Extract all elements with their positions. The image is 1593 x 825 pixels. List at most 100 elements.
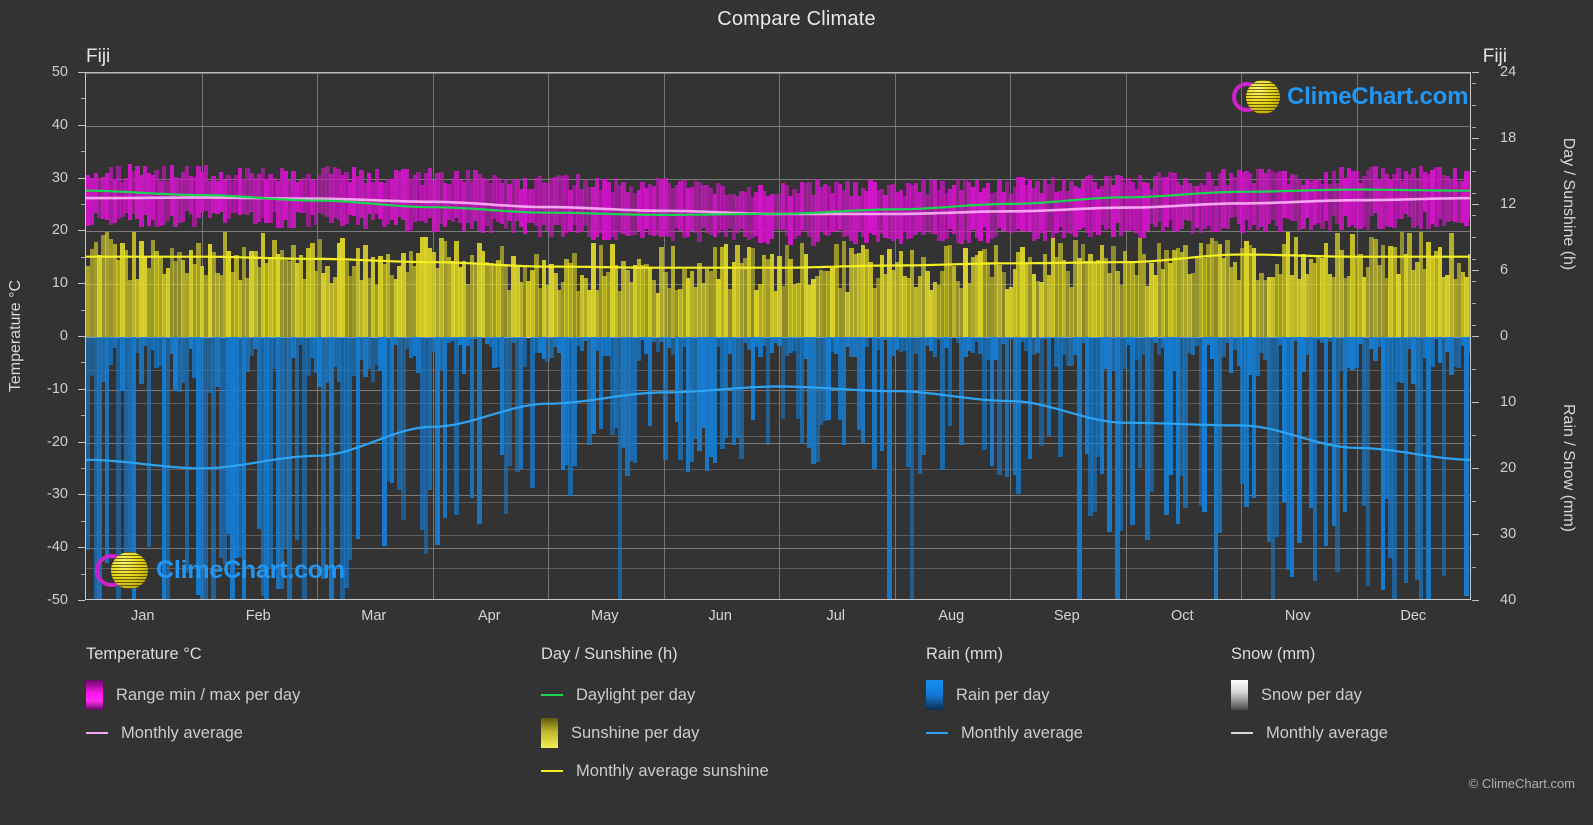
y-axis-left-tick-label: -50: [47, 592, 68, 608]
climate-chart-page: Compare Climate Fiji Fiji 50 40 30 20 10 0 -10…: [0, 0, 1593, 825]
rain-average-line: [86, 385, 1470, 470]
legend-item[interactable]: Range min / max per day: [86, 676, 300, 714]
y-axis-left-tick-mark: [78, 230, 85, 232]
y-axis-right-minor-tick: [1472, 193, 1476, 194]
y-axis-right-bottom-tick-label: 30: [1500, 526, 1517, 542]
y-axis-left-tick-mark: [78, 494, 85, 496]
y-axis-right-minor-tick: [1472, 215, 1476, 216]
legend-column-snow-mm: Snow (mm) Snow per day Monthly average: [1231, 645, 1388, 752]
logo-globe-icon: [1246, 80, 1280, 114]
legend-line-swatch: [926, 732, 948, 734]
y-axis-left-tick-mark: [78, 600, 85, 601]
location-label-left: Fiji: [86, 46, 111, 67]
legend-line-marker: [541, 770, 563, 772]
x-axis-tick-label-jan: Jan: [131, 608, 155, 624]
y-axis-right-top-tick-label: 6: [1500, 262, 1509, 278]
y-axis-right-minor-tick: [1472, 171, 1476, 172]
legend-line-swatch: [541, 770, 563, 772]
legend-item-label: Monthly average: [121, 723, 243, 742]
y-axis-left-tick-label: 40: [51, 116, 68, 133]
x-axis-tick-label-jul: Jul: [826, 608, 846, 624]
x-axis-tick-label-may: May: [591, 608, 619, 624]
y-axis-right-tick-mark: [1472, 600, 1479, 601]
y-axis-right-top-tick-label: 0: [1500, 328, 1509, 344]
legend-line-marker: [86, 732, 108, 734]
y-axis-left-minor-tick: [81, 415, 85, 417]
legend-swatch: [86, 680, 103, 710]
legend-line-marker: [541, 694, 563, 696]
y-axis-right-minor-tick: [1472, 303, 1476, 304]
legend-heading: Temperature °C: [86, 645, 202, 663]
page-title: Compare Climate: [717, 8, 876, 30]
x-axis-tick-label-nov: Nov: [1284, 608, 1311, 624]
legend-swatch: [1231, 680, 1248, 710]
y-axis-right-minor-tick: [1472, 281, 1476, 282]
legend-swatch: [541, 718, 558, 748]
y-axis-left-minor-tick: [81, 362, 85, 364]
legend-line-swatch: [541, 694, 563, 696]
y-axis-left-minor-tick: [81, 468, 85, 469]
legend-item[interactable]: Monthly average: [86, 714, 300, 752]
y-axis-left-tick-mark: [78, 388, 85, 390]
y-axis-right-tick-mark: [1472, 270, 1479, 271]
legend-heading: Snow (mm): [1231, 645, 1316, 663]
legend-item[interactable]: Rain per day: [926, 676, 1083, 714]
legend-item[interactable]: Sunshine per day: [541, 714, 769, 752]
y-axis-right-minor-tick: [1472, 83, 1476, 84]
y-axis-left-tick-label: 10: [51, 275, 68, 292]
legend-item-label: Range min / max per day: [116, 685, 301, 704]
y-axis-right-minor-tick: [1472, 259, 1476, 260]
legend-item[interactable]: Daylight per day: [541, 676, 769, 714]
logo-globe-icon: [111, 552, 148, 589]
y-axis-right-tick-mark: [1472, 402, 1479, 403]
legend-line-marker: [1231, 732, 1253, 734]
legend-item-label: Rain per day: [956, 685, 1050, 704]
y-axis-right-minor-tick: [1472, 325, 1476, 326]
y-axis-left-tick-mark: [78, 283, 85, 285]
legend-item[interactable]: Monthly average: [926, 714, 1083, 752]
y-axis-right-tick-mark: [1472, 534, 1479, 535]
climechart-watermark-bottom: ClimeChart.com: [95, 552, 345, 589]
y-axis-left-tick-label: -30: [47, 486, 68, 503]
y-axis-left-minor-tick: [81, 309, 85, 311]
y-axis-right-minor-tick: [1472, 149, 1476, 150]
y-axis-right-bottom-title: Rain / Snow (mm): [1560, 403, 1577, 533]
x-axis-tick-label-mar: Mar: [361, 608, 387, 624]
legend-item[interactable]: Monthly average: [1231, 714, 1388, 752]
legend-swatch: [926, 680, 943, 710]
y-axis-right-minor-tick: [1472, 369, 1476, 370]
x-axis-tick-label-dec: Dec: [1400, 608, 1427, 624]
legend-line-swatch: [1231, 732, 1253, 734]
y-axis-right-bottom-tick-label: 20: [1500, 460, 1517, 476]
sunshine-average-line: [86, 253, 1470, 269]
x-axis-tick-label-sep: Sep: [1053, 608, 1080, 624]
y-axis-right-tick-mark: [1472, 138, 1479, 139]
y-axis-right-minor-tick: [1472, 501, 1476, 502]
y-axis-left-tick-label: 30: [51, 169, 68, 186]
y-axis-right-tick-mark: [1472, 336, 1479, 337]
x-axis-tick-label-apr: Apr: [477, 608, 501, 624]
x-axis-tick-label-jun: Jun: [708, 608, 732, 624]
legend-item[interactable]: Snow per day: [1231, 676, 1388, 714]
chart-plot-area: [85, 72, 1471, 600]
y-axis-left-tick-label: 50: [51, 64, 68, 80]
legend-item[interactable]: Monthly average sunshine: [541, 752, 769, 790]
legend-item-label: Sunshine per day: [571, 723, 700, 742]
y-axis-right-minor-tick: [1472, 127, 1476, 128]
x-axis-tick-label-oct: Oct: [1170, 608, 1194, 624]
y-axis-left-tick-label: -10: [47, 380, 68, 397]
logo-wordmark: ClimeChart.com: [156, 556, 345, 584]
y-axis-right-minor-tick: [1472, 105, 1476, 106]
x-axis-tick-label-aug: Aug: [938, 608, 965, 624]
legend-column-rain-mm: Rain (mm) Rain per day Monthly average: [926, 645, 1083, 752]
legend-item-label: Monthly average: [1266, 723, 1388, 742]
legend-heading: Day / Sunshine (h): [541, 645, 678, 663]
legend-column-temperature-c: Temperature °C Range min / max per day Mon…: [86, 645, 300, 752]
y-axis-right-top-tick-label: 12: [1500, 196, 1517, 212]
y-axis-left-tick-mark: [78, 72, 85, 73]
y-axis-left-title: Temperature °C: [7, 279, 24, 393]
y-axis-left-minor-tick: [81, 98, 85, 100]
y-axis-right-top-title: Day / Sunshine (h): [1560, 137, 1577, 271]
legend-item-label: Monthly average sunshine: [576, 761, 769, 780]
y-axis-left-tick-label: -20: [47, 433, 68, 450]
